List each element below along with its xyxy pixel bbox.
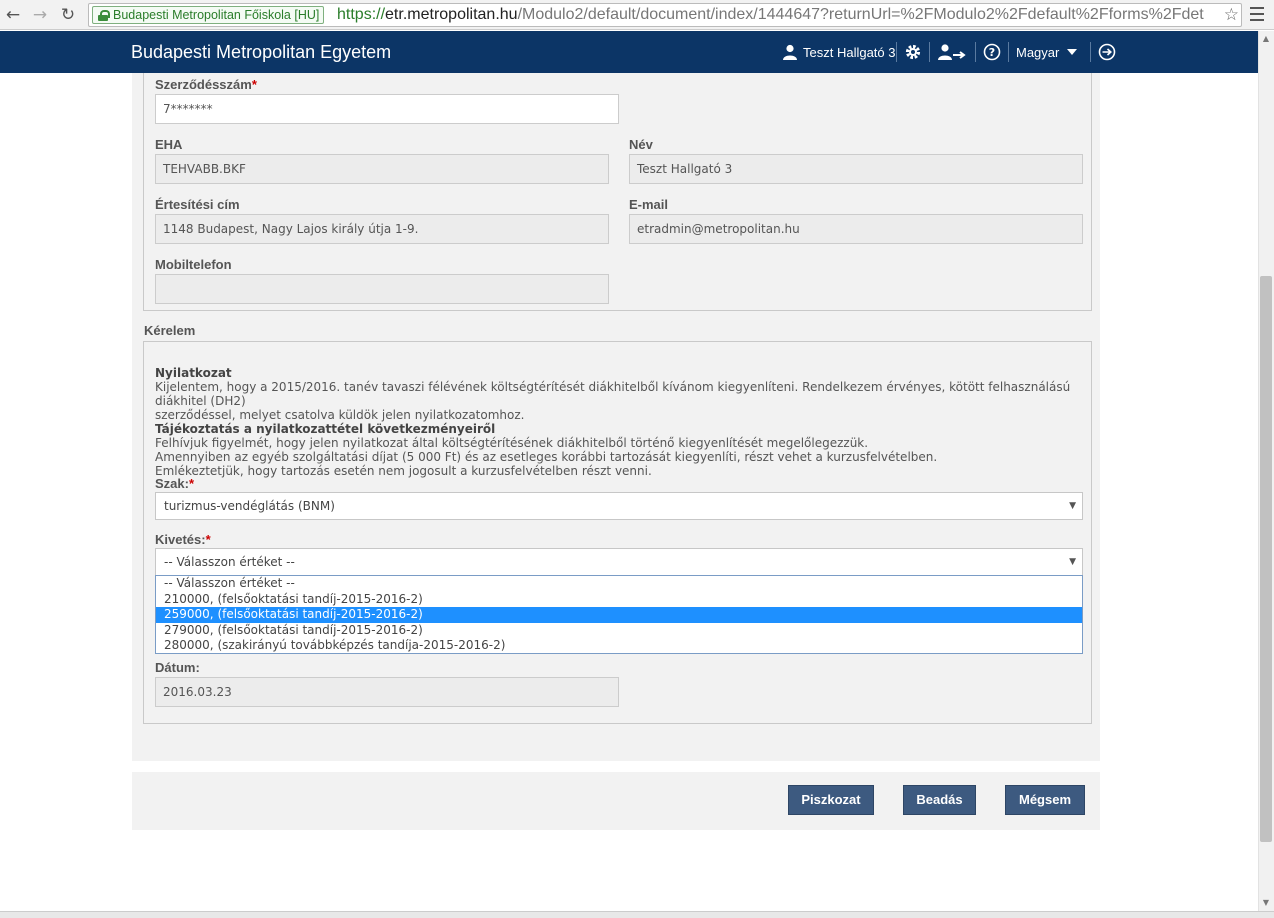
scrollbar-thumb[interactable] [1260, 276, 1272, 842]
security-badge[interactable]: Budapesti Metropolitan Főiskola [HU] [92, 6, 325, 24]
mobile-label: Mobiltelefon [155, 257, 232, 272]
dropdown-arrow-icon: ▼ [1069, 557, 1076, 567]
major-label: Szak:* [155, 476, 194, 491]
lock-icon [98, 10, 110, 21]
switch-user-button[interactable] [937, 31, 967, 73]
settings-button[interactable] [904, 31, 922, 73]
header-divider [1008, 42, 1009, 62]
date-field: 2016.03.23 [155, 677, 619, 707]
user-name: Teszt Hallgató 3 [803, 44, 896, 60]
back-arrow-icon[interactable]: ← [2, 4, 24, 26]
required-marker: * [188, 476, 195, 491]
draft-button[interactable]: Piszkozat [788, 785, 874, 815]
header-divider [896, 42, 897, 62]
contract-number-label-text: Szerződésszám [155, 77, 252, 92]
cancel-button[interactable]: Mégsem [1005, 785, 1085, 815]
declaration-text: Nyilatkozat Kijelentem, hogy a 2015/2016… [155, 366, 1075, 478]
email-field: etradmin@metropolitan.hu [629, 214, 1083, 244]
reload-icon[interactable]: ↻ [57, 4, 79, 26]
declaration-title: Nyilatkozat [155, 366, 232, 380]
declaration-line: szerződéssel, melyet csatolva küldök jel… [155, 408, 525, 422]
header-divider [975, 42, 976, 62]
dropdown-option[interactable]: 280000, (szakirányú továbbképzés tandíja… [156, 638, 1082, 654]
information-title: Tájékoztatás a nyilatkozattétel következ… [155, 422, 496, 436]
horizontal-scrollbar [0, 911, 1274, 918]
dropdown-option-highlighted[interactable]: 259000, (felsőoktatási tandíj-2015-2016-… [156, 607, 1082, 623]
header-divider [929, 42, 930, 62]
svg-text:?: ? [989, 46, 995, 59]
required-marker: * [205, 532, 211, 547]
required-marker: * [251, 77, 257, 92]
chevron-down-icon [1067, 49, 1078, 55]
charge-selected-value: -- Válasszon értéket -- [164, 555, 295, 569]
dropdown-option[interactable]: 279000, (felsőoktatási tandíj-2015-2016-… [156, 623, 1082, 639]
gear-icon [905, 44, 921, 60]
mobile-field [155, 274, 609, 304]
information-line: Emlékeztetjük, hogy tartozás esetén nem … [155, 464, 652, 478]
address-bar[interactable]: Budapesti Metropolitan Főiskola [HU] htt… [88, 3, 1242, 27]
url-host: etr.metropolitan.hu [385, 6, 518, 23]
logout-button[interactable] [1098, 31, 1116, 73]
request-section-title: Kérelem [144, 323, 196, 338]
language-label: Magyar [1016, 44, 1060, 60]
information-line: Amennyiben az egyéb szolgáltatási díjat … [155, 450, 938, 464]
charge-select[interactable]: -- Válasszon értéket -- ▼ [155, 548, 1083, 576]
declaration-line: Kijelentem, hogy a 2015/2016. tanév tava… [155, 380, 1071, 408]
dropdown-option[interactable]: -- Válasszon értéket -- [156, 576, 1082, 592]
name-field: Teszt Hallgató 3 [629, 154, 1083, 184]
header-divider [1090, 42, 1091, 62]
url-path: /Modulo2/default/document/index/1444647?… [517, 6, 1204, 23]
eha-label: EHA [155, 137, 183, 152]
browser-menu-icon[interactable] [1250, 7, 1264, 21]
eha-field: TEHVABB.BKF [155, 154, 609, 184]
name-label: Név [629, 137, 653, 152]
charge-label: Kivetés:* [155, 532, 211, 547]
user-icon [783, 44, 797, 60]
email-label: E-mail [629, 197, 669, 212]
scroll-down-icon[interactable]: ▼ [1261, 898, 1271, 907]
major-label-text: Szak: [155, 476, 189, 491]
dropdown-option[interactable]: 210000, (felsőoktatási tandíj-2015-2016-… [156, 592, 1082, 608]
url-scheme: https:// [337, 6, 386, 23]
submit-button[interactable]: Beadás [903, 785, 976, 815]
bookmark-star-icon[interactable]: ☆ [1224, 5, 1239, 25]
date-label: Dátum: [155, 660, 200, 675]
major-selected-value: turizmus-vendéglátás (BNM) [164, 499, 335, 513]
logout-icon [1098, 43, 1116, 61]
contract-number-label: Szerződésszám* [155, 77, 257, 92]
brand-title[interactable]: Budapesti Metropolitan Egyetem [131, 42, 391, 63]
charge-dropdown-list: -- Válasszon értéket -- 210000, (felsőok… [155, 575, 1083, 654]
security-label: Budapesti Metropolitan Főiskola [HU] [113, 8, 320, 22]
user-switch-icon [938, 44, 966, 60]
forward-arrow-icon[interactable]: → [29, 4, 51, 26]
language-selector[interactable]: Magyar [1016, 31, 1078, 73]
charge-label-text: Kivetés: [155, 532, 206, 547]
information-line: Felhívjuk figyelmét, hogy jelen nyilatko… [155, 436, 869, 450]
scroll-up-icon[interactable]: ▲ [1261, 34, 1271, 43]
address-label: Értesítési cím [155, 197, 240, 212]
contract-number-input[interactable]: 7******* [155, 94, 619, 124]
url-text[interactable]: https://etr.metropolitan.hu/Modulo2/defa… [337, 5, 1217, 25]
dropdown-arrow-icon: ▼ [1069, 501, 1076, 511]
help-button[interactable]: ? [983, 31, 1001, 73]
major-select[interactable]: turizmus-vendéglátás (BNM) ▼ [155, 492, 1083, 520]
help-icon: ? [983, 43, 1001, 61]
address-field: 1148 Budapest, Nagy Lajos király útja 1-… [155, 214, 609, 244]
app-header: Budapesti Metropolitan Egyetem Teszt Hal… [0, 31, 1258, 73]
user-menu[interactable]: Teszt Hallgató 3 [782, 31, 896, 73]
browser-toolbar: ← → ↻ Budapesti Metropolitan Főiskola [H… [0, 0, 1274, 30]
